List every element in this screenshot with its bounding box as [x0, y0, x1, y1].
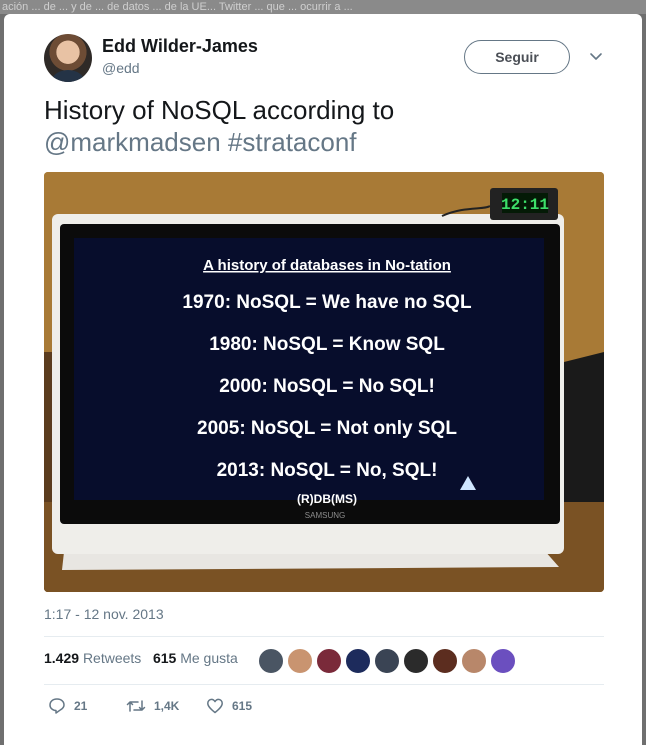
retweet-button[interactable]: 1,4K: [126, 694, 179, 718]
likes-count: 615: [152, 650, 177, 666]
liker-avatar[interactable]: [345, 648, 371, 674]
liker-avatar[interactable]: [461, 648, 487, 674]
like-count: 615: [232, 699, 253, 713]
background-page-strip: ación ... de ... y de ... de datos ... d…: [0, 0, 646, 14]
tweet-stats: 1.429 Retweets 615 Me gusta: [44, 650, 238, 666]
retweet-icon: [126, 700, 146, 712]
hashtag-link[interactable]: #strataconf: [228, 127, 357, 157]
avatar[interactable]: [44, 34, 92, 82]
reply-button[interactable]: 21: [48, 694, 87, 718]
liker-avatar[interactable]: [403, 648, 429, 674]
likes-label: Me gusta: [180, 650, 238, 666]
monitor-brand: SAMSUNG: [305, 511, 345, 520]
follow-button[interactable]: Seguir: [464, 40, 570, 74]
liker-avatar[interactable]: [432, 648, 458, 674]
heart-icon: [207, 698, 223, 714]
author-name[interactable]: Edd Wilder-James: [102, 36, 258, 57]
divider: [44, 636, 604, 637]
slide-line: 1980: NoSQL = Know SQL: [209, 334, 445, 355]
liker-avatar[interactable]: [374, 648, 400, 674]
like-button[interactable]: 615: [206, 694, 252, 718]
divider: [44, 684, 604, 685]
retweet-count: 1,4K: [154, 699, 180, 713]
liker-avatar[interactable]: [316, 648, 342, 674]
retweets-label: Retweets: [82, 650, 142, 666]
author-handle[interactable]: @edd: [102, 60, 140, 76]
liker-avatar[interactable]: [287, 648, 313, 674]
tweet-photo[interactable]: SAMSUNG 12:11 A history of databases in …: [44, 172, 604, 592]
slide-line: 2005: NoSQL = Not only SQL: [197, 418, 457, 439]
slide-line: 1970: NoSQL = We have no SQL: [182, 292, 472, 313]
likes-stat[interactable]: 615 Me gusta: [153, 650, 238, 666]
clock-display: 12:11: [501, 196, 549, 214]
reply-icon: [49, 698, 65, 714]
slide-footer: (R)DB(MS): [297, 492, 357, 506]
mention-link[interactable]: @markmadsen: [44, 127, 221, 157]
retweets-count: 1.429: [44, 650, 80, 666]
tweet-card: Edd Wilder-James @edd Seguir History of …: [4, 14, 642, 745]
chevron-down-icon[interactable]: [586, 46, 606, 66]
tweet-timestamp[interactable]: 1:17 - 12 nov. 2013: [44, 606, 164, 622]
slide-line: 2000: NoSQL = No SQL!: [219, 376, 435, 397]
slide-line: 2013: NoSQL = No, SQL!: [217, 460, 438, 481]
tweet-header: Edd Wilder-James @edd Seguir: [44, 32, 604, 88]
slide-title: A history of databases in No-tation: [203, 257, 451, 274]
liker-avatar[interactable]: [490, 648, 516, 674]
photo-scene: SAMSUNG 12:11 A history of databases in …: [44, 172, 604, 592]
liker-avatar[interactable]: [258, 648, 284, 674]
reply-count: 21: [74, 699, 88, 713]
tweet-text-body: History of NoSQL according to: [44, 95, 395, 125]
tweet-text: History of NoSQL according to @markmadse…: [44, 94, 614, 158]
retweets-stat[interactable]: 1.429 Retweets: [44, 650, 141, 666]
